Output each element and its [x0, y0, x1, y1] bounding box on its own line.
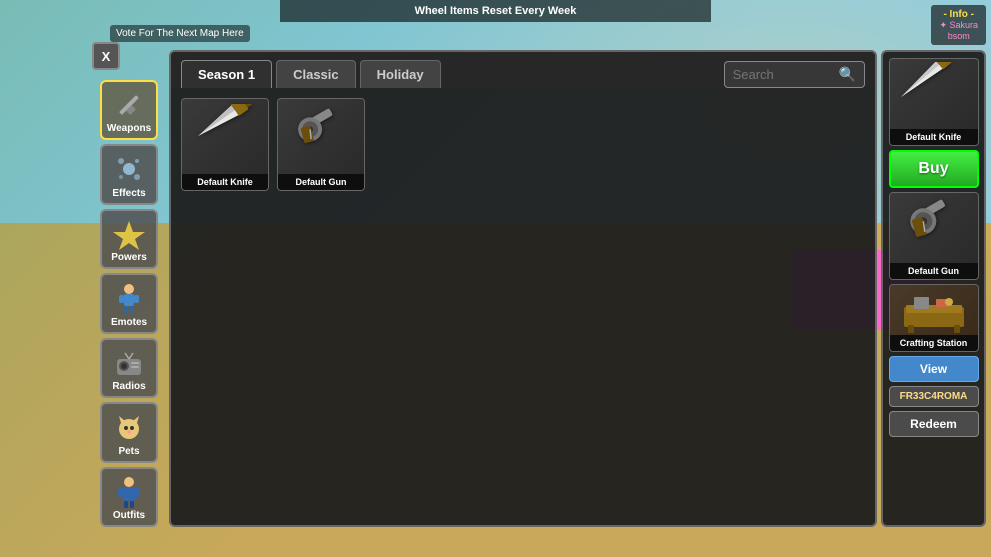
- outfits-icon: [110, 473, 148, 511]
- info-item-2: bsom: [939, 31, 978, 41]
- effects-icon-svg: [111, 151, 147, 187]
- item-default-knife[interactable]: Default Knife: [181, 98, 269, 191]
- default-gun-image: [277, 99, 365, 174]
- search-box[interactable]: 🔍: [724, 61, 865, 88]
- right-knife-preview: Default Knife: [889, 58, 979, 146]
- items-grid: Default Knife: [171, 88, 875, 525]
- radios-label: Radios: [112, 382, 145, 392]
- gun-image-svg: [284, 104, 359, 169]
- weapons-label: Weapons: [107, 124, 151, 134]
- emotes-label: Emotes: [111, 318, 147, 328]
- vote-banner: Vote For The Next Map Here: [110, 25, 250, 42]
- powers-icon: [110, 215, 148, 253]
- weapons-icon-svg: [111, 87, 147, 123]
- knife-image-svg: [188, 104, 263, 169]
- tab-season1[interactable]: Season 1: [181, 60, 272, 88]
- effects-label: Effects: [112, 189, 145, 199]
- top-banner: Wheel Items Reset Every Week: [280, 0, 711, 22]
- search-input[interactable]: [733, 67, 833, 82]
- crafting-station-label: Crafting Station: [890, 335, 978, 351]
- sidebar-item-emotes[interactable]: Emotes: [100, 273, 158, 333]
- redeem-code-input[interactable]: [889, 386, 979, 407]
- tab-holiday[interactable]: Holiday: [360, 60, 441, 88]
- tabs-row: Season 1 Classic Holiday 🔍: [171, 52, 875, 88]
- top-banner-text: Wheel Items Reset Every Week: [415, 5, 577, 17]
- right-panel: Default Knife Buy Defaul: [881, 50, 986, 527]
- radios-icon: [110, 344, 148, 382]
- right-gun-image: [889, 193, 979, 263]
- emotes-icon-svg: [111, 280, 147, 316]
- close-button[interactable]: X: [92, 42, 120, 70]
- powers-icon-svg: [111, 216, 147, 252]
- right-knife-svg: [893, 62, 975, 127]
- outfits-label: Outfits: [113, 511, 145, 521]
- info-item-1: ✦ Sakura: [939, 20, 978, 31]
- pets-label: Pets: [118, 447, 139, 457]
- crafting-station-card: Crafting Station: [889, 284, 979, 352]
- default-gun-label: Default Gun: [278, 174, 364, 190]
- effects-icon: [110, 150, 148, 188]
- sidebar: Weapons Effects Powers: [100, 50, 165, 527]
- pets-icon: [110, 408, 148, 446]
- info-panel: - Info - ✦ Sakura bsom: [931, 5, 986, 45]
- sidebar-item-weapons[interactable]: Weapons: [100, 80, 158, 140]
- item-default-gun[interactable]: Default Gun: [277, 98, 365, 191]
- weapons-icon: [110, 86, 148, 124]
- view-button[interactable]: View: [889, 356, 979, 382]
- radios-icon-svg: [111, 345, 147, 381]
- sidebar-item-powers[interactable]: Powers: [100, 209, 158, 269]
- buy-button[interactable]: Buy: [889, 150, 979, 188]
- tab-classic[interactable]: Classic: [276, 60, 356, 88]
- info-title: - Info -: [939, 9, 978, 20]
- right-gun-svg: [893, 196, 975, 261]
- right-gun-preview: Default Gun: [889, 192, 979, 280]
- crafting-station-image: [889, 285, 979, 335]
- sidebar-item-effects[interactable]: Effects: [100, 144, 158, 204]
- search-icon: 🔍: [839, 66, 856, 83]
- sidebar-item-pets[interactable]: Pets: [100, 402, 158, 462]
- powers-label: Powers: [111, 253, 147, 263]
- sidebar-item-outfits[interactable]: Outfits: [100, 467, 158, 527]
- default-knife-label: Default Knife: [182, 174, 268, 190]
- redeem-button[interactable]: Redeem: [889, 411, 979, 437]
- sidebar-item-radios[interactable]: Radios: [100, 338, 158, 398]
- right-knife-label: Default Knife: [890, 129, 978, 145]
- pets-icon-svg: [111, 409, 147, 445]
- main-ui: X Weapons: [100, 50, 986, 527]
- right-gun-label: Default Gun: [890, 263, 978, 279]
- center-panel: Season 1 Classic Holiday 🔍: [169, 50, 877, 527]
- right-knife-image: [889, 59, 979, 129]
- emotes-icon: [110, 279, 148, 317]
- crafting-station-svg: [894, 287, 974, 333]
- default-knife-image: [181, 99, 269, 174]
- outfits-icon-svg: [111, 474, 147, 510]
